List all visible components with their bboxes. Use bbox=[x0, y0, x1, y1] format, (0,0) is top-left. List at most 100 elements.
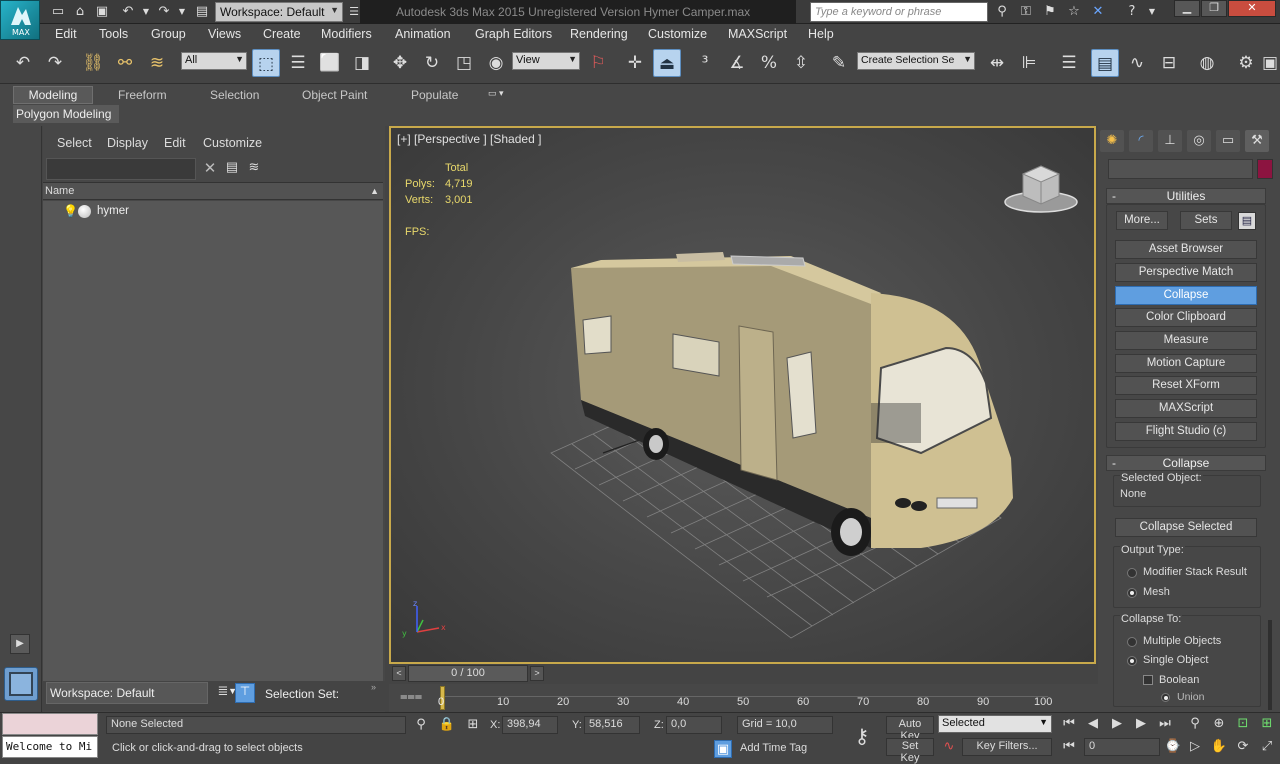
set-key-button[interactable]: Set Key bbox=[886, 738, 934, 764]
utility-reset-xform[interactable]: Reset XForm bbox=[1115, 376, 1257, 395]
new-file-icon[interactable]: ▭ bbox=[48, 3, 68, 21]
menu-tools[interactable]: Tools bbox=[99, 27, 128, 41]
placement-icon[interactable]: ◉ bbox=[482, 49, 510, 77]
layer-filter-icon[interactable]: ≋ bbox=[245, 159, 263, 177]
add-time-tag[interactable]: Add Time Tag bbox=[740, 742, 807, 754]
toggle-scene-explorer-icon[interactable]: ▤ bbox=[1091, 49, 1119, 77]
viewcube-icon[interactable] bbox=[1001, 162, 1081, 218]
angle-snap-icon[interactable]: ∡ bbox=[723, 49, 751, 77]
modify-tab-icon[interactable]: ◜ bbox=[1129, 130, 1153, 152]
absolute-mode-transform-icon[interactable]: ⊞ bbox=[464, 716, 482, 734]
menu-group[interactable]: Group bbox=[151, 27, 186, 41]
select-object-icon[interactable]: ⬚ bbox=[252, 49, 280, 77]
open-file-icon[interactable]: ⌂ bbox=[70, 3, 90, 21]
named-selection-set-dropdown[interactable]: Create Selection Se ▼ bbox=[857, 52, 975, 70]
undo-icon[interactable]: ↶ bbox=[118, 3, 138, 21]
layer-explorer-icon[interactable]: ≣ bbox=[213, 683, 233, 703]
bind-space-warp-icon[interactable]: ≋ bbox=[143, 49, 171, 77]
move-icon[interactable]: ✥ bbox=[386, 49, 414, 77]
link-icon[interactable]: ⛓ bbox=[79, 49, 107, 77]
zoom-all-icon[interactable]: ⊕ bbox=[1210, 715, 1228, 733]
camper-model-render[interactable] bbox=[541, 248, 1041, 664]
communication-center-icon[interactable]: ⚑ bbox=[1040, 3, 1060, 21]
zoom-icon[interactable]: ⚲ bbox=[1186, 715, 1204, 733]
utility-motion-capture[interactable]: Motion Capture bbox=[1115, 354, 1257, 373]
hierarchy-tab-icon[interactable]: ⊥ bbox=[1158, 130, 1182, 152]
previous-frame-icon[interactable]: ◀ bbox=[1084, 715, 1102, 733]
scene-explorer-tab-customize[interactable]: Customize bbox=[203, 136, 262, 150]
utility-perspective-match[interactable]: Perspective Match bbox=[1115, 263, 1257, 282]
edit-named-selection-icon[interactable]: ✎ bbox=[825, 49, 853, 77]
render-sphere-icon[interactable] bbox=[78, 205, 91, 218]
schematic-view-icon[interactable]: ⊟ bbox=[1155, 49, 1183, 77]
search-input[interactable]: Type a keyword or phrase bbox=[810, 2, 988, 22]
undo-toolbar-icon[interactable]: ↶ bbox=[9, 49, 37, 77]
current-frame-field[interactable]: 0 bbox=[1084, 738, 1160, 756]
orbit-icon[interactable]: ⟳ bbox=[1234, 738, 1252, 756]
ribbon-tab-populate[interactable]: Populate bbox=[411, 88, 458, 102]
menu-maxscript[interactable]: MAXScript bbox=[728, 27, 787, 41]
time-configuration-icon[interactable]: ⌚ bbox=[1164, 738, 1182, 756]
unlink-icon[interactable]: ⚯ bbox=[111, 49, 139, 77]
snaps-toggle-icon[interactable]: ³ bbox=[691, 49, 719, 77]
display-tab-icon[interactable]: ▭ bbox=[1216, 130, 1240, 152]
rotate-icon[interactable]: ↻ bbox=[418, 49, 446, 77]
reference-coordinate-dropdown[interactable]: View ▼ bbox=[512, 52, 580, 70]
project-folder-icon[interactable]: ▤ bbox=[192, 3, 212, 21]
ribbon-tab-object-paint[interactable]: Object Paint bbox=[302, 88, 367, 102]
zoom-extents-icon[interactable]: ⊡ bbox=[1234, 715, 1252, 733]
menu-help[interactable]: Help bbox=[808, 27, 834, 41]
utility-asset-browser[interactable]: Asset Browser bbox=[1115, 240, 1257, 259]
x-coordinate-field[interactable]: 398,94 bbox=[502, 716, 558, 734]
ribbon-tab-modeling[interactable]: Modeling bbox=[13, 86, 93, 104]
auto-key-button[interactable]: Auto Key bbox=[886, 716, 934, 742]
redo-dropdown-icon[interactable]: ▼ bbox=[172, 3, 192, 21]
scene-explorer-tab-select[interactable]: Select bbox=[57, 136, 92, 150]
keyboard-shortcut-override-icon[interactable]: ⏏ bbox=[653, 49, 681, 77]
redo-toolbar-icon[interactable]: ↷ bbox=[41, 49, 69, 77]
ribbon-tab-selection[interactable]: Selection bbox=[210, 88, 259, 102]
scene-search-input[interactable] bbox=[46, 158, 196, 180]
viewport-label-menu[interactable]: [+] [Perspective ] [Shaded ] bbox=[397, 132, 541, 146]
output-modifier-stack-radio[interactable] bbox=[1127, 568, 1137, 578]
command-panel-scrollbar[interactable] bbox=[1268, 620, 1272, 710]
close-button[interactable]: ✕ bbox=[1228, 0, 1276, 17]
rendered-frame-window-icon[interactable]: ▣ bbox=[1260, 49, 1280, 77]
selection-lock-icon[interactable]: 🔒 bbox=[438, 716, 456, 734]
go-to-end-icon[interactable]: ⏭ bbox=[1156, 715, 1174, 733]
binoculars-icon[interactable]: ⚲ bbox=[992, 3, 1012, 21]
key-mode-toggle-icon[interactable]: ⏮ bbox=[1060, 738, 1078, 756]
app-menu-button[interactable]: MAX bbox=[0, 0, 40, 40]
align-icon[interactable]: ⊫ bbox=[1015, 49, 1043, 77]
key-filters-button[interactable]: Key Filters... bbox=[962, 738, 1052, 756]
subscription-key-icon[interactable]: ⚿ bbox=[1016, 3, 1036, 21]
create-tab-icon[interactable]: ✺ bbox=[1100, 130, 1124, 152]
scale-icon[interactable]: ◳ bbox=[450, 49, 478, 77]
time-slider-handle[interactable]: 0 / 100 bbox=[408, 665, 528, 682]
exchange-x-icon[interactable]: ✕ bbox=[1088, 3, 1108, 21]
layer-manager-icon[interactable]: ☰ bbox=[1055, 49, 1083, 77]
object-name-field[interactable] bbox=[1108, 159, 1253, 179]
redo-icon[interactable]: ↷ bbox=[154, 3, 174, 21]
previous-frame-arrow[interactable]: < bbox=[392, 666, 406, 681]
z-coordinate-field[interactable]: 0,0 bbox=[666, 716, 722, 734]
clear-search-icon[interactable]: ✕ bbox=[201, 159, 219, 177]
go-to-start-icon[interactable]: ⏮ bbox=[1060, 715, 1078, 733]
window-crossing-icon[interactable]: ◨ bbox=[348, 49, 376, 77]
default-in-out-tangents-icon[interactable]: ∿ bbox=[940, 738, 958, 756]
utility-color-clipboard[interactable]: Color Clipboard bbox=[1115, 308, 1257, 327]
sets-button[interactable]: Sets bbox=[1180, 211, 1232, 230]
utility-maxscript[interactable]: MAXScript bbox=[1115, 399, 1257, 418]
percent-snap-icon[interactable]: % bbox=[755, 49, 783, 77]
menu-modifiers[interactable]: Modifiers bbox=[321, 27, 372, 41]
menu-animation[interactable]: Animation bbox=[395, 27, 451, 41]
menu-graph-editors[interactable]: Graph Editors bbox=[475, 27, 552, 41]
y-coordinate-field[interactable]: 58,516 bbox=[584, 716, 640, 734]
scene-explorer-tab-display[interactable]: Display bbox=[107, 136, 148, 150]
perspective-viewport[interactable]: [+] [Perspective ] [Shaded ] Total Polys… bbox=[389, 126, 1096, 664]
select-by-name-icon[interactable]: ☰ bbox=[284, 49, 312, 77]
maxscript-listener-white[interactable]: Welcome to Mi bbox=[2, 736, 98, 758]
utilities-rollout-header[interactable]: - Utilities bbox=[1106, 188, 1266, 204]
boolean-checkbox[interactable] bbox=[1143, 675, 1153, 685]
maxscript-listener-pink[interactable] bbox=[2, 713, 98, 735]
